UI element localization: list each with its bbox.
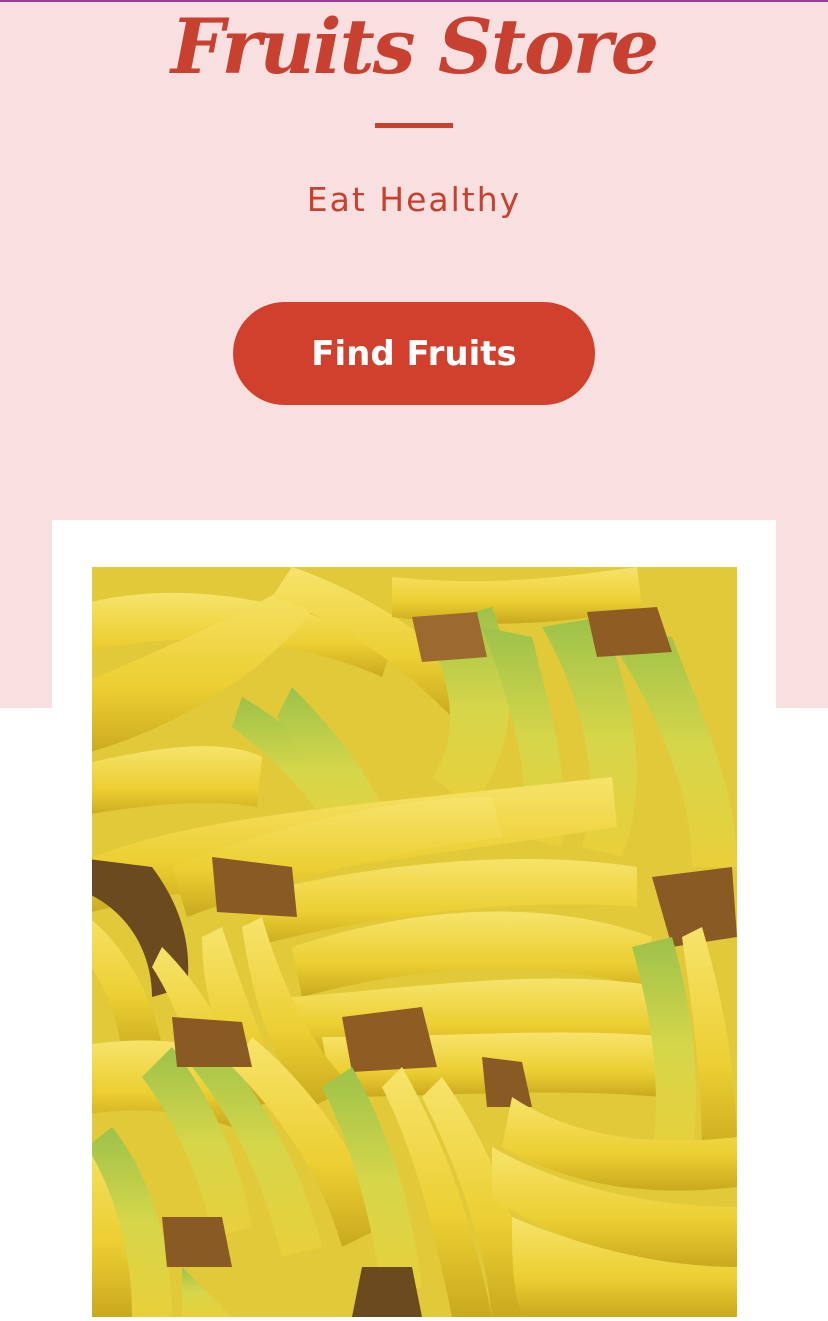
store-title: Fruits Store: [170, 2, 659, 91]
find-fruits-button[interactable]: Find Fruits: [233, 302, 595, 405]
title-divider: [375, 123, 453, 128]
tagline: Eat Healthy: [306, 180, 522, 219]
bananas-photo: [92, 567, 737, 1317]
